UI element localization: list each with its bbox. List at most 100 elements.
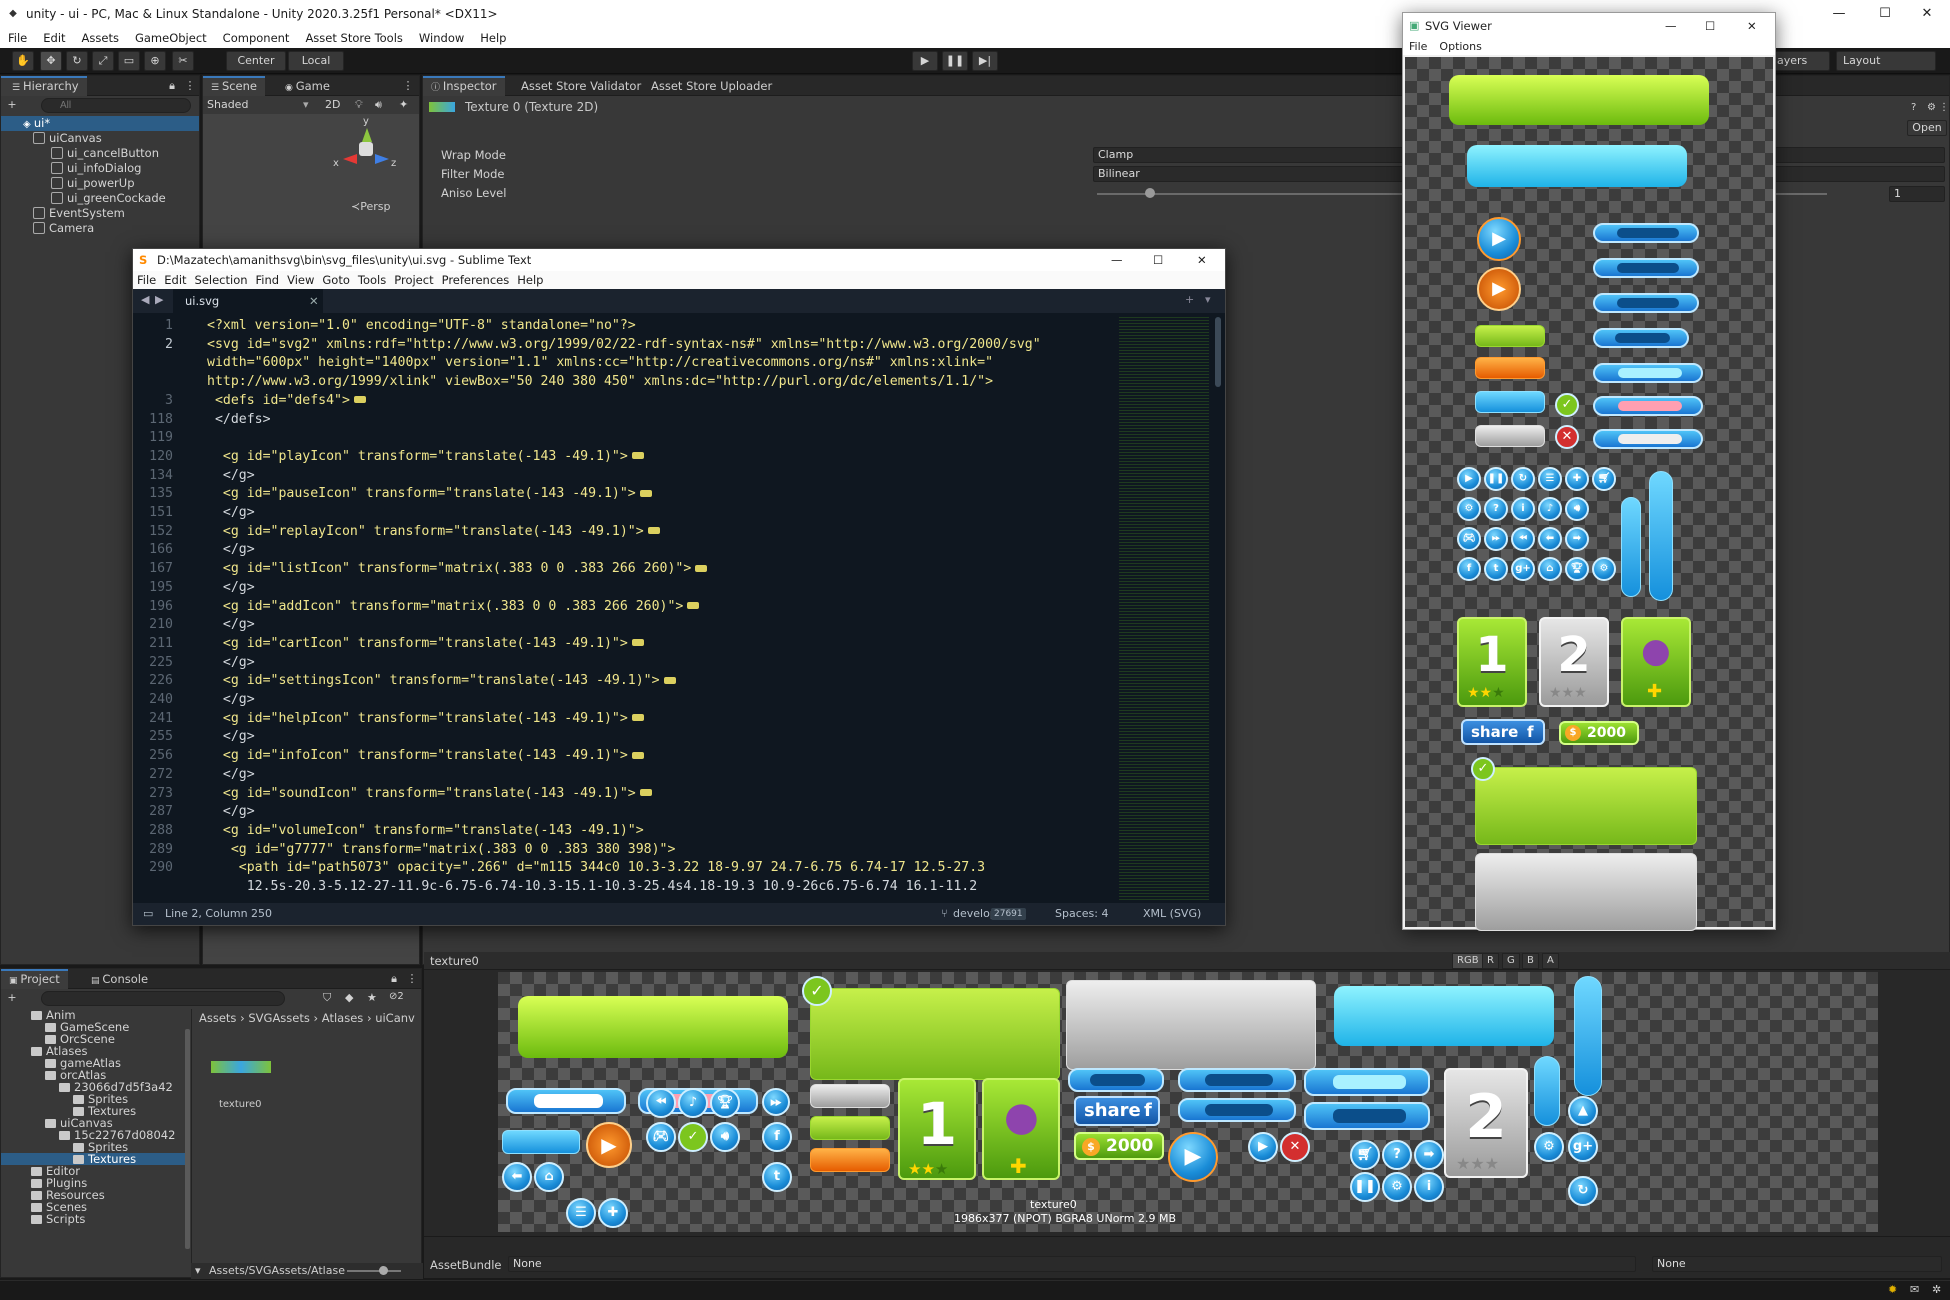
assetbundle-dropdown[interactable]: None bbox=[508, 1256, 1636, 1272]
syntax-setting[interactable]: XML (SVG) bbox=[1143, 903, 1201, 925]
maximize-button[interactable]: ☐ bbox=[1862, 0, 1908, 28]
project-folder-item[interactable]: Resources bbox=[1, 1189, 185, 1201]
sublime-menu-preferences[interactable]: Preferences bbox=[438, 273, 514, 287]
scene-row[interactable]: ◈ ui* bbox=[1, 116, 199, 131]
fold-marker-icon[interactable] bbox=[647, 527, 660, 535]
fold-marker-icon[interactable] bbox=[639, 789, 652, 796]
tab-console[interactable]: ▤ Console bbox=[83, 969, 156, 989]
maximize-button[interactable]: ☐ bbox=[1153, 249, 1163, 271]
sv-menu-options[interactable]: Options bbox=[1433, 40, 1487, 53]
hierarchy-item[interactable]: ui_infoDialog bbox=[1, 161, 141, 176]
editor-scrollbar[interactable] bbox=[1215, 317, 1221, 387]
breadcrumb-item[interactable]: Atlases bbox=[322, 1011, 363, 1025]
thumbnail-size-slider[interactable] bbox=[347, 1270, 401, 1272]
sublime-menu-help[interactable]: Help bbox=[513, 273, 547, 287]
audio-icon[interactable]: 🔊︎ bbox=[375, 98, 382, 112]
lock-icon[interactable]: 🔒︎ bbox=[387, 972, 401, 986]
scene-gizmo[interactable]: y x z bbox=[329, 116, 399, 192]
sublime-menu-goto[interactable]: Goto bbox=[318, 273, 354, 287]
code-line[interactable]: </g> bbox=[207, 654, 255, 673]
move-tool-icon[interactable]: ✥ bbox=[40, 51, 62, 71]
code-line[interactable]: <g id="settingsIcon" transform="translat… bbox=[207, 672, 676, 691]
layers-dropdown[interactable]: ayers bbox=[1772, 51, 1830, 71]
aniso-level-field[interactable]: 1 bbox=[1889, 186, 1945, 202]
settings-icon[interactable]: ⚙ bbox=[1927, 102, 1936, 113]
close-button[interactable]: ✕ bbox=[1747, 13, 1757, 39]
code-line[interactable]: <path id="path5073" opacity=".266" d="m1… bbox=[207, 859, 985, 878]
texture-asset-name[interactable]: texture0 bbox=[219, 1099, 261, 1110]
new-tab-icon[interactable]: + bbox=[1185, 293, 1194, 306]
hidden-count-icon[interactable]: ⊘2 bbox=[389, 991, 404, 1002]
panel-toggle-icon[interactable]: ▭ bbox=[143, 903, 153, 925]
code-line[interactable]: <g id="g7777" transform="matrix(.383 0 0… bbox=[207, 841, 676, 860]
hierarchy-item[interactable]: EventSystem bbox=[1, 206, 125, 221]
fold-marker-icon[interactable] bbox=[631, 452, 644, 460]
effects-icon[interactable]: ✦ bbox=[399, 98, 408, 111]
menu-asset-store-tools[interactable]: Asset Store Tools bbox=[297, 31, 410, 45]
fold-marker-icon[interactable] bbox=[695, 564, 708, 572]
tab-list-icon[interactable]: ▾ bbox=[1205, 293, 1211, 306]
step-button[interactable]: ▶| bbox=[972, 51, 998, 71]
debug-icon[interactable]: ✲ bbox=[1932, 1283, 1941, 1296]
code-line[interactable]: <g id="infoIcon" transform="translate(-1… bbox=[207, 747, 644, 766]
tab-project[interactable]: ▣ Project bbox=[1, 969, 68, 989]
light-icon[interactable]: 💡︎ bbox=[355, 98, 363, 112]
favorite-icon[interactable]: ★ bbox=[367, 991, 377, 1004]
code-line[interactable]: <g id="pauseIcon" transform="translate(-… bbox=[207, 485, 652, 504]
fold-marker-icon[interactable] bbox=[639, 489, 652, 497]
add-icon[interactable]: + bbox=[5, 98, 19, 112]
sublime-menu-selection[interactable]: Selection bbox=[191, 273, 252, 287]
code-line[interactable]: <g id="soundIcon" transform="translate(-… bbox=[207, 785, 652, 804]
thumbnail-size-thumb[interactable] bbox=[379, 1266, 388, 1275]
perspective-label[interactable]: ≺Persp bbox=[351, 200, 390, 213]
code-line[interactable]: <?xml version="1.0" encoding="UTF-8" sta… bbox=[207, 317, 636, 336]
pivot-local-button[interactable]: Local bbox=[288, 51, 344, 71]
code-line[interactable]: <svg id="svg2" xmlns:rdf="http://www.w3.… bbox=[207, 336, 1041, 355]
sublime-menu-find[interactable]: Find bbox=[252, 273, 284, 287]
channel-button[interactable]: G bbox=[1502, 953, 1520, 969]
breadcrumb-item[interactable]: uiCanv bbox=[375, 1011, 415, 1025]
tab-asset-store-validator[interactable]: Asset Store Validator bbox=[513, 76, 649, 96]
add-icon[interactable]: + bbox=[5, 991, 19, 1005]
texture-asset-thumbnail[interactable] bbox=[211, 1061, 271, 1073]
hierarchy-item[interactable]: ui_greenCockade bbox=[1, 191, 166, 206]
notification-icon[interactable]: ✉ bbox=[1910, 1283, 1919, 1296]
code-line[interactable]: </g> bbox=[207, 728, 255, 747]
code-line[interactable]: <g id="listIcon" transform="matrix(.383 … bbox=[207, 560, 708, 579]
scale-tool-icon[interactable]: ⤢ bbox=[92, 51, 114, 71]
transform-tool-icon[interactable]: ⊕ bbox=[144, 51, 166, 71]
hierarchy-item[interactable]: ui_powerUp bbox=[1, 176, 135, 191]
fold-marker-icon[interactable] bbox=[631, 639, 644, 647]
tab-hierarchy[interactable]: ☰ Hierarchy bbox=[1, 76, 87, 96]
hierarchy-item[interactable]: Camera bbox=[1, 221, 94, 236]
menu-edit[interactable]: Edit bbox=[35, 31, 73, 45]
more-icon[interactable]: ⋮ bbox=[183, 79, 197, 93]
code-line[interactable]: </g> bbox=[207, 691, 255, 710]
filter-label-icon[interactable]: ◆ bbox=[345, 991, 353, 1004]
rotate-tool-icon[interactable]: ↻ bbox=[66, 51, 88, 71]
fold-marker-icon[interactable] bbox=[687, 602, 700, 609]
close-tab-icon[interactable]: ✕ bbox=[309, 289, 319, 313]
tab-asset-store-uploader[interactable]: Asset Store Uploader bbox=[643, 76, 780, 96]
auto-generate-lighting-icon[interactable]: ✹ bbox=[1888, 1283, 1897, 1296]
more-icon[interactable]: ⋮ bbox=[1939, 102, 1949, 113]
code-line[interactable]: width="600px" height="1400px" version="1… bbox=[207, 354, 993, 373]
code-line[interactable]: <defs id="defs4"> bbox=[207, 392, 366, 411]
more-icon[interactable]: ⋮ bbox=[401, 79, 415, 93]
code-line[interactable]: </defs> bbox=[207, 411, 271, 430]
filter-type-icon[interactable]: ⛉ bbox=[323, 991, 331, 1005]
tab-next-icon[interactable]: ▶ bbox=[155, 293, 163, 306]
minimize-button[interactable]: — bbox=[1816, 0, 1862, 28]
project-folder-item[interactable]: Editor bbox=[1, 1165, 185, 1177]
tab-scene[interactable]: ☰ Scene bbox=[203, 76, 265, 96]
sublime-menu-project[interactable]: Project bbox=[390, 273, 437, 287]
play-button[interactable]: ▶ bbox=[912, 51, 938, 71]
code-line[interactable]: <g id="playIcon" transform="translate(-1… bbox=[207, 448, 644, 467]
code-line[interactable]: <g id="addIcon" transform="matrix(.383 0… bbox=[207, 598, 700, 617]
fold-marker-icon[interactable] bbox=[631, 714, 644, 722]
project-search-input[interactable] bbox=[41, 991, 285, 1006]
tab-game[interactable]: ◉ Game bbox=[277, 76, 338, 96]
assetbundle-variant-dropdown[interactable]: None bbox=[1652, 1256, 1942, 1272]
maximize-button[interactable]: ☐ bbox=[1705, 13, 1715, 39]
layout-dropdown[interactable]: Layout bbox=[1836, 51, 1936, 71]
